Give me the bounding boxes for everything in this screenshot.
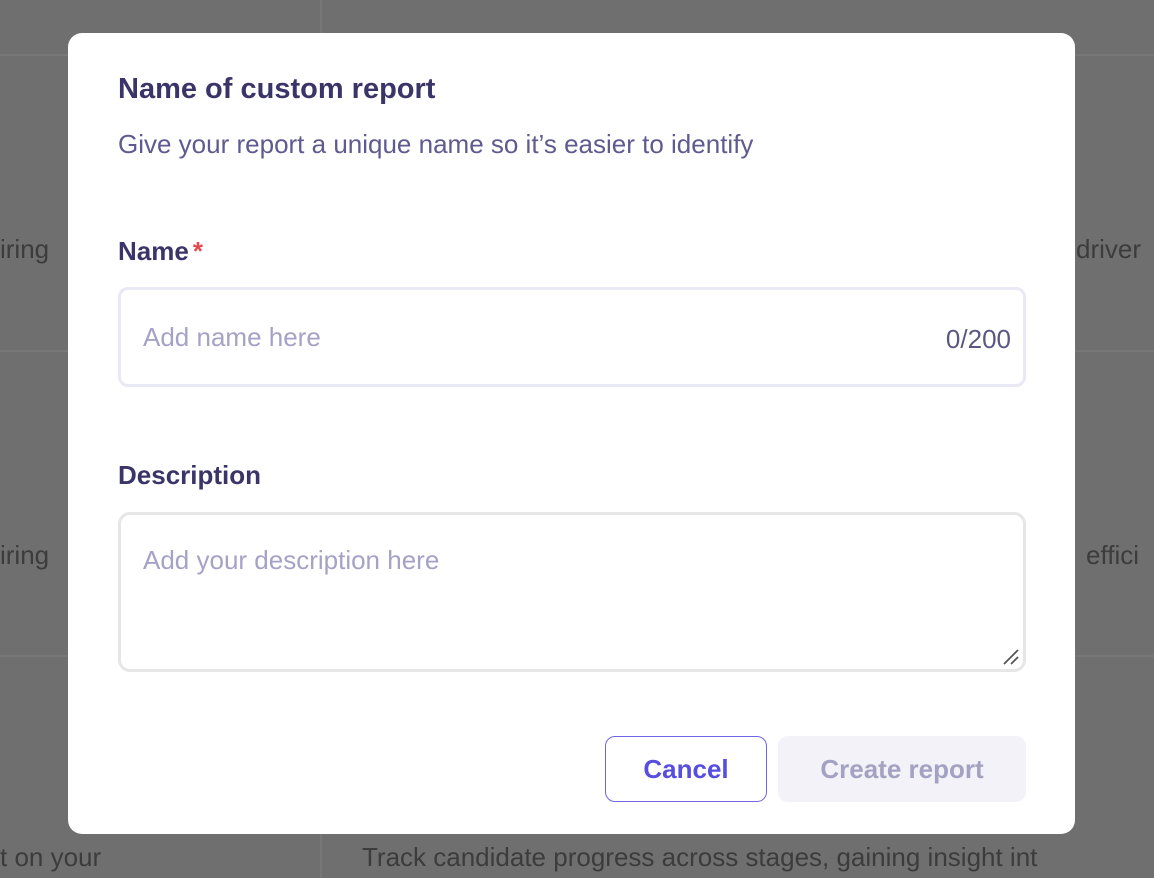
- character-counter: 0/200: [945, 324, 1011, 354]
- required-marker: *: [192, 236, 203, 266]
- background-text: iring: [0, 234, 50, 264]
- modal-title: Name of custom report: [118, 73, 436, 105]
- description-label: Description: [118, 460, 262, 490]
- name-input[interactable]: [143, 290, 903, 384]
- modal-subtitle: Give your report a unique name so it’s e…: [118, 129, 754, 159]
- create-report-button[interactable]: Create report: [778, 736, 1026, 802]
- background-text: iring: [0, 540, 50, 570]
- name-label: Name *: [118, 236, 203, 267]
- background-text: driver: [1076, 234, 1142, 264]
- cancel-button[interactable]: Cancel: [605, 736, 767, 802]
- resize-handle-icon[interactable]: [998, 644, 1020, 666]
- name-field[interactable]: 0/200: [118, 287, 1026, 387]
- name-label-text: Name: [118, 236, 189, 266]
- description-textarea[interactable]: [143, 545, 1003, 655]
- background-text: effici: [1086, 540, 1139, 570]
- background-text: Track candidate progress across stages, …: [362, 842, 1038, 872]
- background-text: t on your: [0, 842, 102, 872]
- description-field[interactable]: [118, 512, 1026, 672]
- create-report-modal: Name of custom report Give your report a…: [68, 33, 1075, 834]
